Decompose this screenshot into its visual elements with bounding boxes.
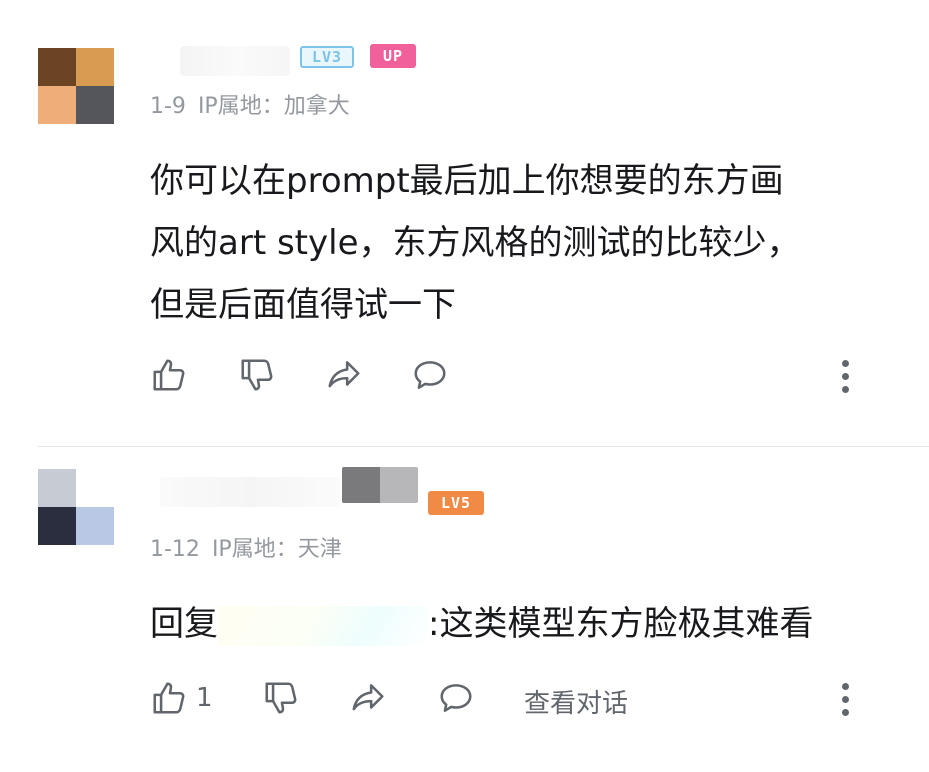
level-badge: LV5 [428, 491, 484, 515]
more-vertical-icon [842, 360, 849, 367]
share-button[interactable] [348, 679, 388, 717]
reply-button[interactable] [410, 356, 450, 394]
thumbs-up-icon [153, 682, 185, 714]
comment-text-line: 你可以在prompt最后加上你想要的东方画 [150, 161, 784, 201]
comment-date: 1-12 [150, 537, 200, 562]
share-icon [352, 684, 384, 711]
share-icon [328, 361, 360, 388]
comment-text: 你可以在prompt最后加上你想要的东方画 风的art style，东方风格的测… [150, 150, 800, 336]
thumbs-down-icon [265, 682, 297, 714]
more-button[interactable] [842, 683, 850, 722]
share-button[interactable] [324, 356, 364, 394]
username-blurred-dark [342, 467, 418, 503]
comment-actions [150, 356, 890, 396]
reply-body: :这类模型东方脸极其难看 [428, 604, 814, 644]
ip-location: IP属地：加拿大 [197, 94, 350, 119]
more-button[interactable] [842, 360, 850, 399]
dislike-button[interactable] [238, 356, 276, 394]
avatar[interactable] [38, 48, 114, 124]
comment-actions: 1 查看对话 [150, 679, 890, 719]
like-count: 1 [196, 683, 213, 713]
reply-icon [414, 361, 446, 389]
username-blurred[interactable] [180, 46, 290, 76]
username-blurred[interactable] [160, 477, 340, 507]
dislike-button[interactable] [262, 679, 300, 717]
thumbs-down-icon [241, 359, 273, 391]
reply-target-blurred[interactable] [218, 605, 428, 646]
avatar[interactable] [38, 469, 114, 545]
level-badge: LV3 [300, 46, 354, 68]
ip-location: IP属地：天津 [211, 537, 342, 562]
like-button[interactable]: 1 [150, 679, 213, 717]
comment-2: LV5 1-12 IP属地：天津 回复 :这类模型东方脸极其难看 1 查看对话 [0, 447, 929, 772]
comment-text: 回复 :这类模型东方脸极其难看 [150, 593, 813, 655]
like-button[interactable] [150, 356, 188, 394]
reply-icon [440, 684, 472, 712]
reply-button[interactable] [436, 679, 476, 717]
reply-prefix: 回复 [150, 604, 218, 644]
comment-text-line: 但是后面值得试一下 [150, 285, 456, 325]
view-conversation-link[interactable]: 查看对话 [524, 683, 628, 720]
thumbs-up-icon [153, 359, 185, 391]
up-badge: UP [370, 44, 416, 68]
comment-meta: 1-9 IP属地：加拿大 [150, 88, 350, 120]
more-vertical-icon [842, 683, 849, 690]
comment-date: 1-9 [150, 94, 186, 119]
comment-1: LV3 UP 1-9 IP属地：加拿大 你可以在prompt最后加上你想要的东方画… [0, 0, 929, 446]
comment-text-line: 风的art style，东方风格的测试的比较少， [150, 223, 801, 263]
comment-meta: 1-12 IP属地：天津 [150, 531, 342, 563]
